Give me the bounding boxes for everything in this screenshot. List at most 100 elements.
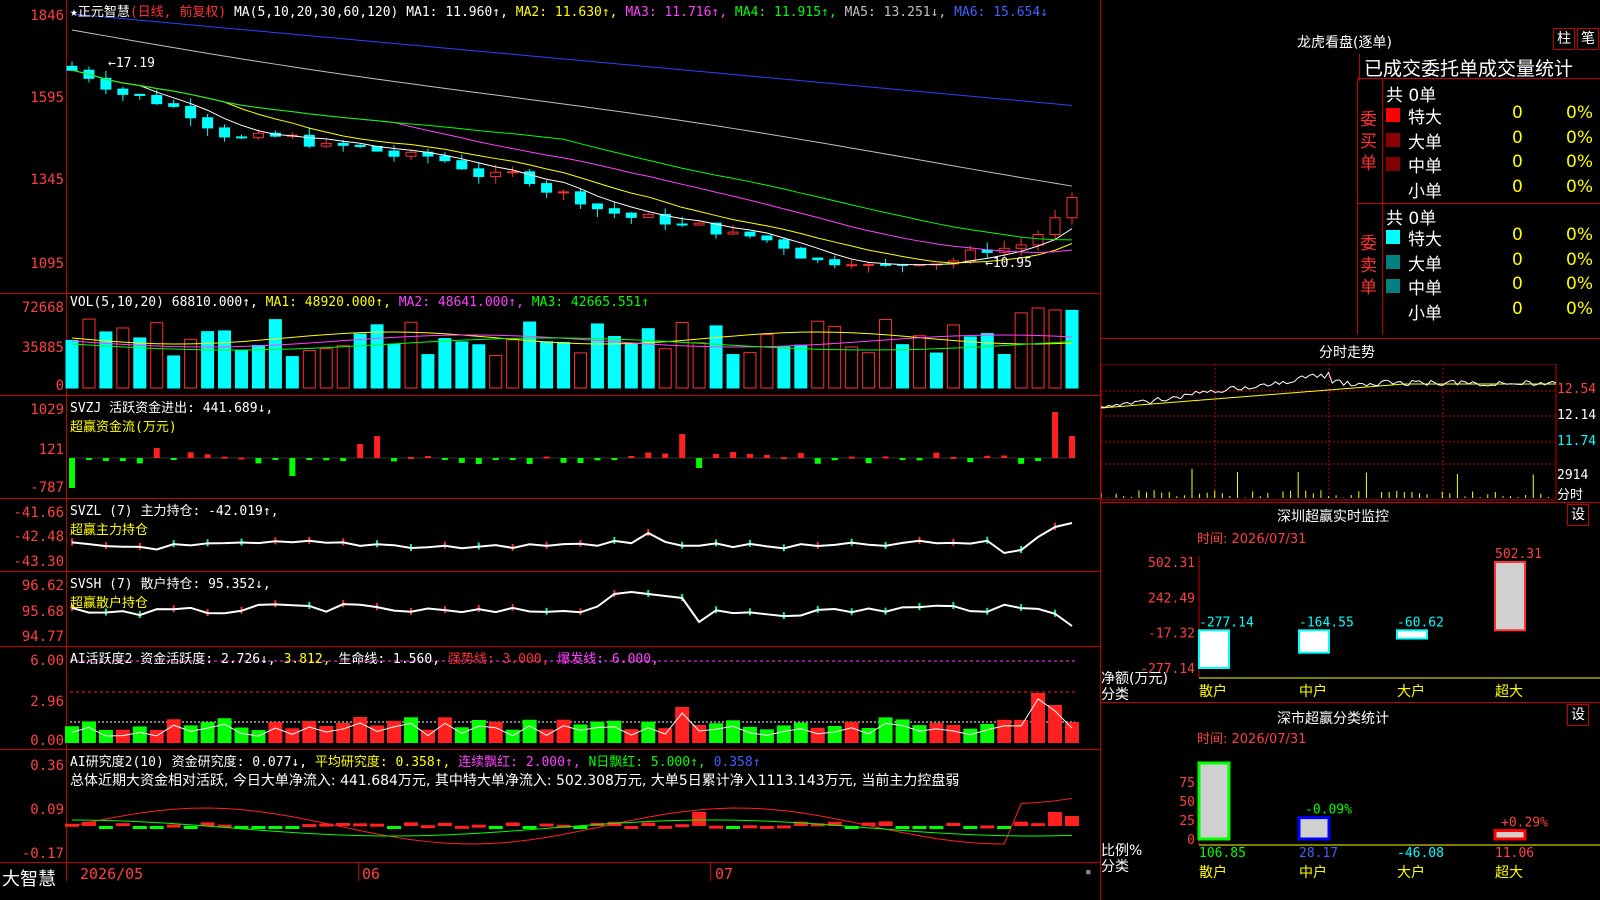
svzj-bar (272, 458, 279, 460)
ai-active-bar (65, 726, 79, 743)
intraday-chart[interactable] (1101, 364, 1600, 504)
ma-header: MA(5,10,20,30,60,120) (233, 5, 399, 20)
ai-active-bar (471, 719, 486, 743)
kline-pane[interactable]: 1846 1595 1345 1095 ★正元智慧(日线, 前复权) MA(5,… (0, 0, 1100, 294)
vol-bar (201, 331, 215, 389)
ai-research-bar (166, 824, 181, 828)
order-color-swatch (1386, 230, 1400, 244)
ai-active-bar (692, 724, 707, 743)
vol-bar (523, 321, 537, 389)
candle (456, 160, 468, 170)
svzj-bar (441, 458, 448, 460)
svzj-bar (492, 458, 499, 460)
svzl-pane[interactable]: -41.66 -42.48 -43.30 SVZL (7) 主力持仓: -42.… (0, 499, 1100, 572)
kline-header: ★正元智慧(日线, 前复权) MA(5,10,20,30,60,120) MA1… (70, 1, 1048, 20)
ai-research-bar (132, 826, 147, 830)
ai-active-bar (946, 724, 961, 743)
svzj-bar (831, 458, 838, 461)
candle (608, 208, 620, 214)
vol-pane[interactable]: 72668 35885 0 VOL(5,10,20) 68810.000↑, M… (0, 294, 1100, 396)
ai-research-bar (1014, 821, 1029, 826)
ai-research-bar (895, 826, 910, 829)
dragon-tabs[interactable]: 已成交委托单成交量统计 (1359, 54, 1573, 81)
sz-monitor-category: 散户 (1199, 683, 1227, 700)
ai-active-bar (285, 728, 300, 743)
vol-bar (862, 352, 876, 389)
ai-active-bar (115, 729, 130, 743)
svsh-pane[interactable]: 96.62 95.68 94.77 SVSH (7) 散户持仓: 95.352↓… (0, 572, 1100, 647)
svzj-bar (187, 452, 194, 458)
ai-active-bar (268, 722, 283, 743)
kline-mode[interactable]: (日线, 前复权) (130, 5, 226, 20)
order-row: 中单 0 0% (1358, 152, 1600, 177)
ai-research-bar (471, 824, 486, 828)
candle (490, 171, 502, 177)
ai-research-pane[interactable]: 0.36 0.09 -0.17 AI研究度2(10) 资金研究度: 0.077↓… (0, 750, 1100, 862)
ai-research-bar (929, 826, 944, 830)
order-count: 0 (1512, 127, 1523, 148)
ma1-value: MA1: 11.960↑, (406, 5, 508, 20)
svzj-bar (1018, 458, 1025, 464)
x-label-0: 2026/05 (80, 865, 144, 883)
intraday-ytick-1: 12.14 (1557, 408, 1597, 423)
order-row: 小单 0 0% (1358, 299, 1600, 324)
sz-monitor-settings-button[interactable]: 设 (1567, 504, 1589, 526)
sz-monitor-category: 超大 (1495, 684, 1523, 700)
candle (795, 247, 807, 259)
svzj-bar (289, 458, 296, 476)
ai-active-bar (234, 727, 249, 743)
order-color-swatch (1386, 303, 1400, 318)
vol-ma3: MA3: 42665.551↑ (531, 295, 650, 310)
vol-bar (760, 333, 774, 389)
candle (1066, 197, 1078, 219)
ai-active-v2: 3.812, (283, 652, 331, 667)
intraday-ytick-0: 12.54 (1557, 382, 1597, 397)
vol-bar (540, 341, 554, 389)
svzj-bar (797, 453, 804, 458)
ai-active-bar (556, 719, 571, 743)
sz-stats-chart[interactable]: 75 50 25 0 106.85 散户 28.17 -0.09% 中户 -46.08 大户 11.0… (1101, 745, 1600, 895)
ai-active-bar (963, 728, 978, 743)
intraday-ytick-3: 2914 (1557, 468, 1589, 483)
ai-research-header: AI研究度2(10) 资金研究度: 0.077↓, 平均研究度: 0.358↑,… (70, 751, 761, 770)
order-pct: 0% (1566, 103, 1593, 123)
ai-active-bar (81, 721, 96, 743)
sz-stats-category: 超大 (1495, 865, 1523, 881)
svzj-bar (255, 458, 262, 464)
vol-bar (285, 356, 299, 389)
order-count: 0 (1512, 249, 1523, 270)
svzj-bar (1035, 458, 1042, 462)
pen-mode-button[interactable]: 笔 (1577, 28, 1599, 50)
svzj-pane[interactable]: 1029 121 -787 SVZJ 活跃资金进出: 441.689↓, 超赢资… (0, 396, 1100, 499)
svzj-bar (713, 453, 720, 458)
sz-stats-settings-button[interactable]: 设 (1567, 704, 1589, 726)
ai-research-cont: 连续飘红: 2.000↑, (458, 755, 581, 770)
candle (591, 203, 603, 210)
ai-active-bar (183, 725, 198, 743)
order-pct: 0% (1566, 274, 1593, 294)
bar-mode-button[interactable]: 柱 (1553, 28, 1575, 50)
vol-bar (573, 352, 587, 389)
svsh-header: SVSH (7) 散户持仓: 95.352↓, 超赢散户持仓 (70, 573, 271, 611)
ai-research-line (71, 797, 1073, 845)
vol-bar (167, 355, 181, 389)
vol-bar (743, 352, 757, 389)
svzj-bar (577, 458, 584, 463)
sz-monitor-chart[interactable]: 502.31242.49-17.32-277.14-277.14散户-164.5… (1101, 540, 1600, 700)
vol-header: VOL(5,10,20) 68810.000↑, MA1: 48920.000↑… (70, 295, 649, 310)
svzj-bar (611, 458, 618, 460)
star-icon[interactable]: ★ (70, 5, 78, 20)
svzj-title: SVZJ 活跃资金进出: 441.689↓, (70, 401, 274, 416)
ai-active-pane[interactable]: 6.00 2.96 0.00 AI活跃度2 资金活跃度: 2.726↓, 3.8… (0, 647, 1100, 750)
lock-icon[interactable]: ▪ (1085, 865, 1092, 878)
kline-chart[interactable] (0, 0, 1100, 294)
sz-stats-bar (1297, 816, 1331, 841)
candle (541, 183, 553, 193)
ai-active-strong: 强势线: 3.000, (447, 652, 550, 667)
candle (168, 103, 180, 107)
order-color-swatch (1386, 108, 1400, 122)
vol-bar (370, 324, 384, 389)
vol-bar (438, 338, 452, 389)
order-name: 小单 (1408, 181, 1442, 202)
ai-research-bar (1065, 816, 1079, 826)
